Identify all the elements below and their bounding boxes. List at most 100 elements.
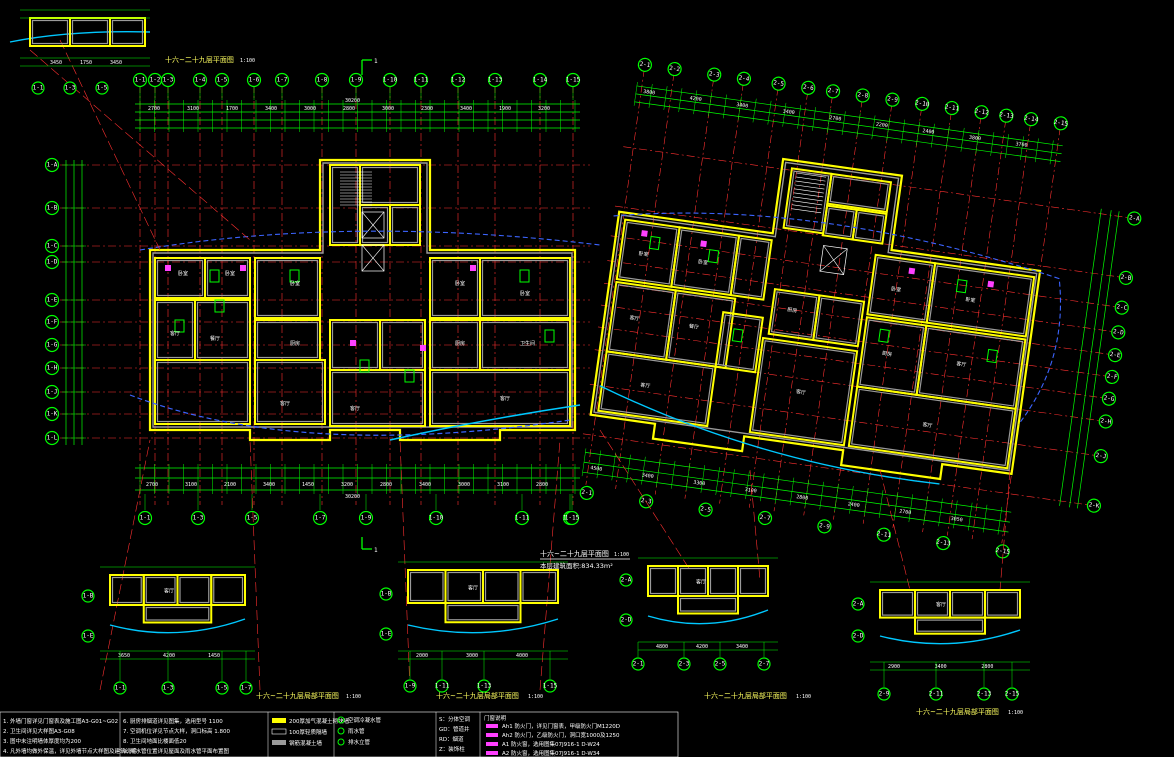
axis-bubble-label: 1-G (47, 342, 58, 349)
axis-bubble-label: 1-11 (515, 515, 530, 522)
dimension-value-bottom: 3400 (263, 482, 275, 488)
axis-bubble-label: 1-7 (315, 515, 326, 522)
room-label: 卧室 (290, 280, 300, 287)
axis-bubble-label: 1-B (47, 205, 58, 212)
axis-bubble-label: 1-E (381, 631, 392, 638)
legend-code-2: GD：管道井 (439, 725, 470, 733)
axis-bubble-label: 2-5 (715, 661, 726, 668)
axis-bubble: 1-9 (348, 72, 364, 88)
fixture-marker (165, 265, 171, 271)
axis-bubble-label: 2-D (853, 633, 864, 640)
legend-door-swatch-2 (486, 733, 498, 737)
legend-note-9: 9. 雨水管位置详见屋面及雨水管平面布置图 (123, 747, 229, 755)
axis-bubble: 1-3 (160, 72, 176, 88)
axis-bubble-label: 2-15 (1005, 691, 1020, 698)
fixture-marker (470, 265, 476, 271)
room-label: 客厅 (350, 405, 360, 412)
axis-bubble-label: 1-3 (163, 77, 174, 84)
axis-bubble-label: 1-15 (566, 77, 581, 84)
room-label: 餐厅 (688, 323, 699, 331)
legend-note-7: 7. 空调机位详见节点大样，洞口标高 1.800 (123, 727, 230, 735)
legend-door-2: Ah2 防火门，乙级防火门，洞口宽1000及1250 (502, 731, 620, 739)
axis-bubble-label: 1-H (47, 365, 58, 372)
section-number-top: 1 (374, 58, 378, 65)
room-label: 卧室 (178, 270, 188, 277)
main-plan-area: 本层建筑面积:834.33m² (540, 561, 613, 570)
axis-bubble: 1-9 (403, 679, 417, 693)
dimension-value-bottom: 2800 (380, 482, 392, 488)
dimension-value: 3400 (736, 644, 748, 650)
axis-bubble-label: 1-1 (33, 85, 44, 92)
fixture-marker (350, 340, 356, 346)
dimension-value-top: 1700 (226, 106, 238, 112)
axis-bubble: 1-5 (215, 681, 229, 695)
axis-bubble: 1-3 (161, 681, 175, 695)
axis-bubble: 1-13 (488, 72, 503, 88)
axis-bubble-label: 1-9 (405, 683, 416, 690)
room-label: 客厅 (500, 395, 510, 402)
room-label: 客厅 (468, 584, 478, 591)
axis-bubble: 1-7 (239, 681, 253, 695)
dimension-value-bottom: 2700 (146, 482, 158, 488)
axis-bubble-label: 1-5 (217, 77, 228, 84)
room-label: 客厅 (696, 579, 706, 586)
dimension-value-top: 3000 (382, 106, 394, 112)
axis-bubble: 1-E (379, 627, 393, 641)
detail-1-title: 十六~二十九层局部平面图 (256, 691, 339, 700)
axis-bubble: 1-F (44, 314, 60, 330)
dimension-value-bottom: 3100 (497, 482, 509, 488)
axis-bubble-label: 1-9 (361, 515, 372, 522)
axis-bubble: 1-12 (451, 72, 466, 88)
axis-bubble: 2-A (851, 597, 865, 611)
axis-bubble: 1-5 (244, 510, 260, 526)
dimension-value: 2900 (888, 664, 900, 670)
fixture-marker (700, 240, 707, 248)
fixture-marker (641, 230, 648, 237)
axis-bubble-label: 2-A (621, 577, 632, 584)
dimension-total-bottom: 30200 (345, 494, 360, 500)
axis-bubble: 1-10 (383, 72, 398, 88)
axis-bubble: 1-15 (565, 510, 580, 526)
legend-door-1: Ah1 防火门，详见门窗表，甲级防火门M1220D (502, 722, 620, 730)
detail-3-scale: 1:100 (796, 694, 811, 700)
detail-4-title: 十六~二十九层局部平面图 (916, 707, 999, 716)
axis-bubble-label: 1-15 (543, 683, 558, 690)
legend-note-1: 1. 外墙门窗详见门窗表及施工图A3-G01~G02 (3, 717, 118, 725)
axis-bubble-label: 1-15 (565, 515, 580, 522)
dimension-value-top: 2800 (343, 106, 355, 112)
dimension-value-bottom: 1450 (302, 482, 314, 488)
dimension-value: 3450 (50, 60, 62, 66)
axis-bubble-label: 1-13 (477, 683, 492, 690)
axis-bubble-label: 1-11 (414, 77, 429, 84)
section-number-bottom: 1 (374, 547, 378, 554)
axis-bubble: 1-7 (274, 72, 290, 88)
legend-code-3: RD：烟道 (439, 735, 464, 743)
axis-bubble-label: 1-3 (163, 685, 174, 692)
axis-bubble-label: 1-C (47, 243, 58, 250)
dimension-value: 4000 (516, 653, 528, 659)
dimension-value-bottom: 3200 (341, 482, 353, 488)
axis-bubble: 2-7 (757, 657, 771, 671)
dimension-value: 3450 (110, 60, 122, 66)
axis-bubble-label: 1-B (83, 593, 94, 600)
dimension-value-bottom: 2800 (536, 482, 548, 488)
legend-swatch-concrete (272, 740, 286, 745)
dimension-value-top: 3400 (460, 106, 472, 112)
axis-bubble-label: 1-D (47, 259, 58, 266)
axis-bubble-label: 1-3 (65, 85, 76, 92)
axis-bubble: 1-7 (312, 510, 328, 526)
axis-bubble-label: 1-3 (193, 515, 204, 522)
axis-bubble-label: 1-L (47, 435, 58, 442)
axis-bubble-label: 1-10 (383, 77, 398, 84)
fixture-marker (240, 265, 246, 271)
axis-bubble: 2-D (851, 629, 865, 643)
dimension-value: 3000 (466, 653, 478, 659)
axis-bubble-label: 1-5 (97, 85, 108, 92)
legend-symbol-3: 钢筋混凝土墙 (289, 739, 323, 747)
dimension-value: 3400 (935, 664, 947, 670)
axis-bubble-label: 1-1 (115, 685, 126, 692)
axis-bubble-label: 1-A (47, 162, 58, 169)
axis-bubble: 1-11 (414, 72, 429, 88)
legend-symbol2-3: 排水立管 (348, 738, 371, 746)
detail-top-scale: 1:100 (240, 58, 255, 64)
